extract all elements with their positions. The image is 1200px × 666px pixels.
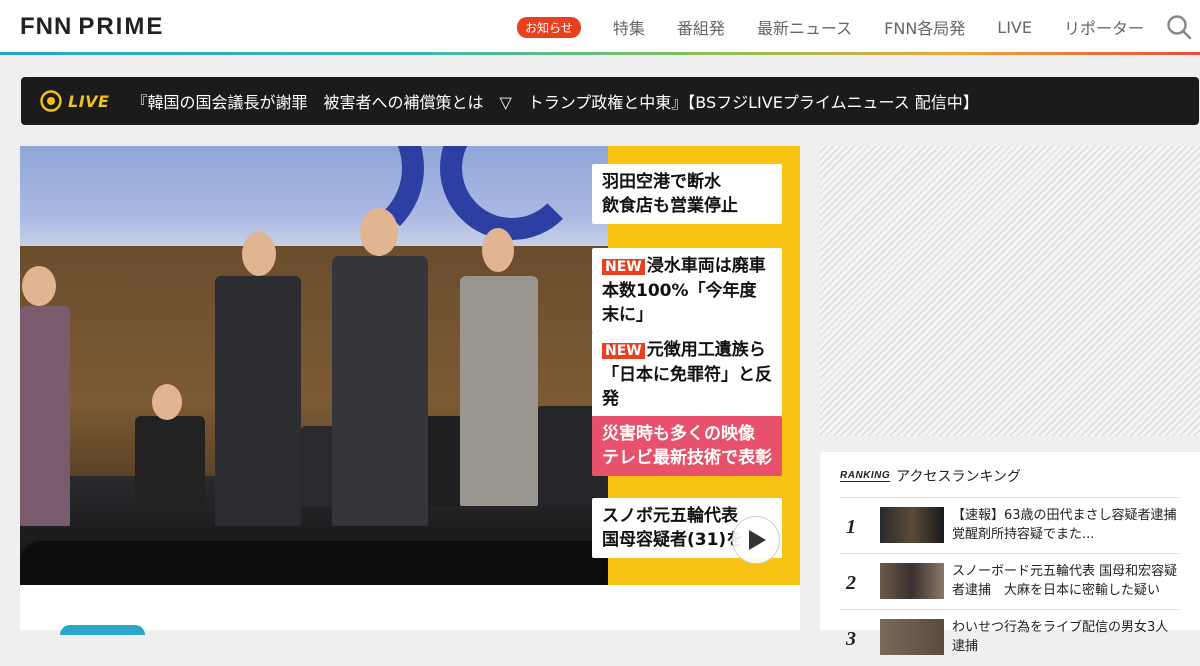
person-figure: [20, 306, 70, 526]
audience-row: [20, 541, 610, 586]
article-card-area: [20, 585, 800, 635]
ranking-item[interactable]: 3 わいせつ行為をライブ配信の男女3人逮捕: [840, 609, 1180, 666]
person-head: [482, 228, 514, 272]
headline-line: 災害時も多くの映像: [602, 424, 755, 444]
ad-placeholder: [820, 146, 1200, 436]
person-head: [152, 384, 182, 420]
ranking-thumbnail: [880, 619, 944, 655]
search-icon[interactable]: [1166, 14, 1192, 40]
person-head: [242, 232, 276, 276]
logo-prime-text: PRIME: [78, 13, 165, 40]
person-figure: [215, 276, 301, 526]
headline-text: 浸水車両は廃車: [646, 256, 766, 276]
nav-item-live[interactable]: LIVE: [997, 18, 1032, 37]
category-tag[interactable]: [60, 625, 145, 635]
notice-badge[interactable]: お知らせ: [517, 16, 581, 38]
hero-headline[interactable]: 羽田空港で断水 飲食店も営業停止: [592, 164, 782, 224]
headline-line: NEW 元徴用工遺族ら: [602, 338, 772, 363]
play-button[interactable]: [732, 516, 780, 564]
live-label: LIVE: [68, 91, 110, 111]
hero-video[interactable]: 羽田空港で断水 飲食店も営業停止 NEW 浸水車両は廃車 本数100%「今年度末に…: [20, 146, 800, 586]
ranking-thumbnail: [880, 563, 944, 599]
headline-line: 本数100%「今年度末に」: [602, 281, 757, 325]
headline-line: 「日本に免罪符」と反発: [602, 365, 772, 409]
hero-headline[interactable]: NEW 浸水車両は廃車 本数100%「今年度末に」: [592, 248, 782, 333]
ranking-header: RANKING アクセスランキング: [840, 466, 1021, 486]
header-gradient-divider: [0, 52, 1200, 55]
ranking-number: 1: [846, 516, 856, 538]
headline-line: NEW 浸水車両は廃車: [602, 254, 772, 279]
person-head: [22, 266, 56, 306]
headline-line: テレビ最新技術で表彰: [602, 448, 772, 468]
ranking-item[interactable]: 1 【速報】63歳の田代まさし容疑者逮捕 覚醒剤所持容疑でまた...: [840, 497, 1180, 554]
person-head: [360, 208, 398, 256]
nav-item-features[interactable]: 特集: [613, 15, 645, 39]
headline-line: 羽田空港で断水: [602, 172, 721, 192]
live-eye-icon: [40, 90, 62, 112]
nav-item-from-programs[interactable]: 番組発: [677, 15, 725, 39]
headline-line: 飲食店も営業停止: [602, 196, 738, 216]
ranking-headline[interactable]: スノーボード元五輪代表 国母和宏容疑者逮捕 大麻を日本に密輸した疑い: [952, 562, 1180, 602]
ranking-thumbnail: [880, 507, 944, 543]
person-figure: [135, 416, 205, 506]
ranking-number: 2: [846, 572, 856, 594]
ranking-headline[interactable]: 【速報】63歳の田代まさし容疑者逮捕 覚醒剤所持容疑でまた...: [952, 506, 1180, 546]
headline-text: 元徴用工遺族ら: [646, 340, 766, 360]
ranking-title: アクセスランキング: [896, 469, 1022, 485]
nav-item-reporters[interactable]: リポーター: [1064, 15, 1144, 39]
live-ticker-text[interactable]: 『韓国の国会議長が謝罪 被害者への補償策とは ▽ トランプ政権と中東』【BSフジ…: [131, 89, 978, 113]
play-icon: [749, 530, 766, 550]
nav-item-latest-news[interactable]: 最新ニュース: [757, 15, 852, 39]
main-nav: お知らせ 特集 番組発 最新ニュース FNN各局発 LIVE リポーター: [517, 0, 1144, 54]
person-figure: [460, 276, 538, 506]
new-badge: NEW: [602, 259, 645, 275]
access-ranking: RANKING アクセスランキング 1 【速報】63歳の田代まさし容疑者逮捕 覚…: [820, 452, 1200, 655]
ranking-tag: RANKING: [840, 470, 891, 482]
logo-fnn-text: FNN: [20, 13, 73, 40]
live-ticker-bar[interactable]: LIVE 『韓国の国会議長が謝罪 被害者への補償策とは ▽ トランプ政権と中東』…: [21, 77, 1199, 125]
hero-headline[interactable]: NEW 元徴用工遺族ら 「日本に免罪符」と反発: [592, 332, 782, 417]
nav-item-fnn-stations[interactable]: FNN各局発: [884, 15, 965, 39]
new-badge: NEW: [602, 343, 645, 359]
person-figure: [332, 256, 428, 526]
ranking-number: 3: [846, 628, 856, 650]
site-header: FNN PRIME お知らせ 特集 番組発 最新ニュース FNN各局発 LIVE…: [0, 0, 1200, 55]
ranking-item[interactable]: 2 スノーボード元五輪代表 国母和宏容疑者逮捕 大麻を日本に密輸した疑い: [840, 553, 1180, 610]
ranking-headline[interactable]: わいせつ行為をライブ配信の男女3人逮捕: [952, 618, 1180, 658]
fnn-prime-logo[interactable]: FNN PRIME: [20, 13, 164, 41]
hero-headline-active[interactable]: 災害時も多くの映像 テレビ最新技術で表彰: [592, 416, 782, 476]
